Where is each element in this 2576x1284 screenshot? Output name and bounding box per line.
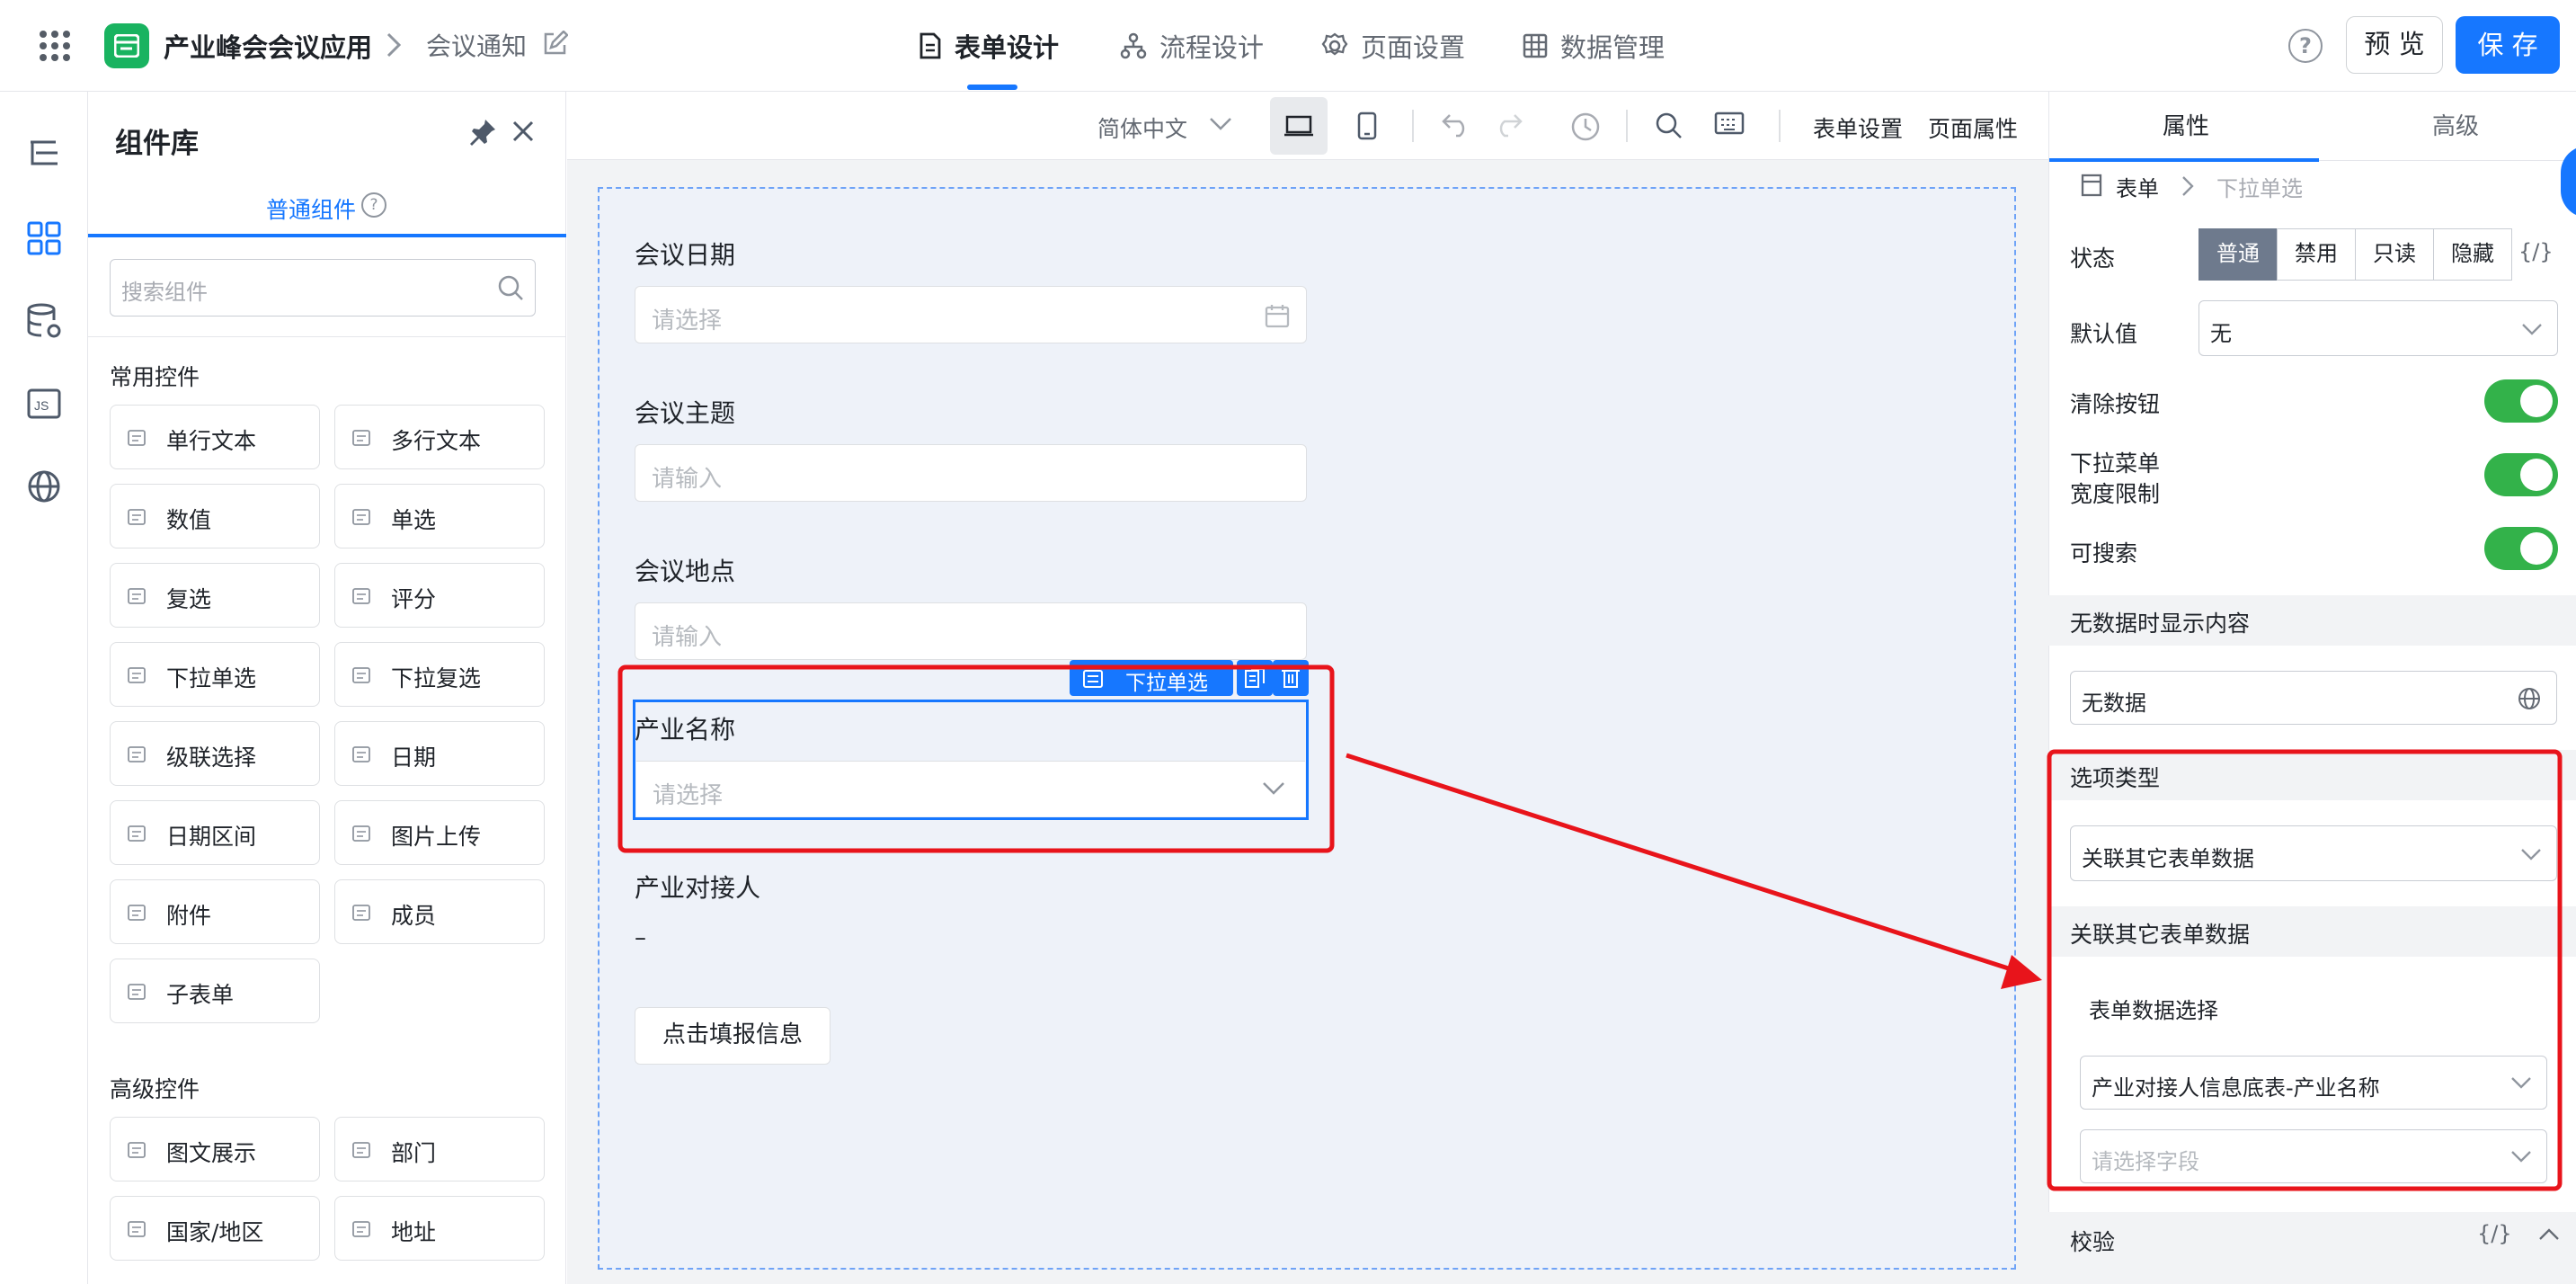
annotation-overlay (617, 664, 2563, 1191)
annotation-arrow (1346, 753, 2023, 976)
annotation-arrowhead (2001, 955, 2042, 989)
annotation-box-selected-field (617, 664, 1335, 853)
annotation-box-option-settings (2047, 749, 2563, 1191)
app-root: 产业峰会会议应用 会议通知 表单设计 流程设计 页面设置 数据管理 ? 预 览 … (0, 0, 2576, 1284)
